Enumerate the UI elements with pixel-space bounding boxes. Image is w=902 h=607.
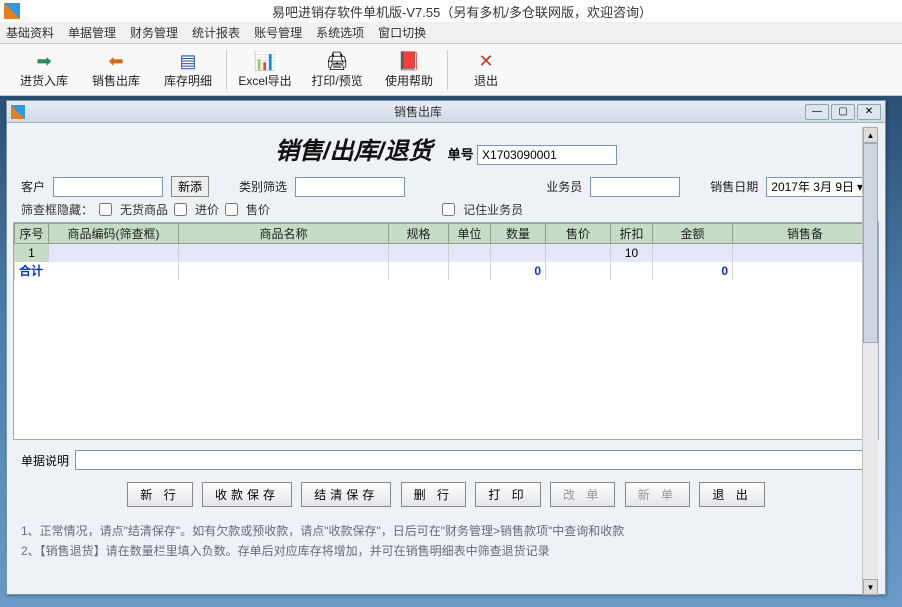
- scroll-down-icon[interactable]: ▼: [863, 579, 878, 595]
- form-header: 销售/出库/退货 单号: [7, 123, 885, 170]
- col-discount[interactable]: 折扣: [611, 224, 653, 244]
- arrow-left-icon: ⬅: [108, 50, 123, 72]
- book-icon: 📕: [398, 50, 420, 72]
- hide-label: 筛查框隐藏：: [21, 201, 93, 218]
- close-button[interactable]: ✕: [857, 104, 881, 120]
- date-value: 2017年 3月 9日: [771, 178, 854, 195]
- menubar: 基础资料 单据管理 财务管理 统计报表 账号管理 系统选项 窗口切换: [0, 22, 902, 44]
- sales-out-window: 销售出库 — ▢ ✕ 销售/出库/退货 单号 客户 新添 类别筛选 业务员 销售…: [6, 100, 886, 595]
- tb-exit[interactable]: ✕退出: [450, 45, 522, 95]
- form-heading: 销售/出库/退货: [275, 131, 432, 166]
- col-price[interactable]: 售价: [546, 224, 611, 244]
- salesperson-label: 业务员: [546, 178, 582, 195]
- remark-row: 单据说明: [7, 440, 885, 476]
- delete-row-button[interactable]: 删 行: [401, 482, 466, 507]
- hint-1: 1、正常情况，请点"结清保存"。如有欠款或预收款，请点"收款保存"，日后可在"财…: [21, 521, 871, 541]
- total-amount: 0: [653, 262, 733, 280]
- menu-window[interactable]: 窗口切换: [378, 24, 426, 41]
- tb-sales-out[interactable]: ⬅销售出库: [80, 45, 152, 95]
- menu-finance[interactable]: 财务管理: [130, 24, 178, 41]
- order-no-input[interactable]: [477, 145, 617, 165]
- order-no-label: 单号: [448, 147, 474, 162]
- items-grid[interactable]: 序号 商品编码(筛查框) 商品名称 规格 单位 数量 售价 折扣 金额 销售备 …: [13, 222, 879, 440]
- tb-help[interactable]: 📕使用帮助: [373, 45, 445, 95]
- date-label: 销售日期: [710, 178, 758, 195]
- category-label: 类别筛选: [239, 178, 287, 195]
- tb-stock[interactable]: ▤库存明细: [152, 45, 224, 95]
- col-idx[interactable]: 序号: [15, 224, 49, 244]
- separator: [447, 50, 448, 90]
- new-bill-button[interactable]: 新 单: [625, 482, 690, 507]
- action-buttons: 新 行 收款保存 结清保存 删 行 打 印 改 单 新 单 退 出: [7, 476, 885, 517]
- customer-label: 客户: [21, 178, 45, 195]
- print-button[interactable]: 打 印: [475, 482, 540, 507]
- tb-purchase-in[interactable]: ➡进货入库: [8, 45, 80, 95]
- scrollbar-vertical[interactable]: ▲ ▼: [862, 127, 878, 595]
- save-close-button[interactable]: 结清保存: [301, 482, 391, 507]
- filters-row-2: 筛查框隐藏： 无货商品 进价 售价 记住业务员: [7, 199, 885, 222]
- scroll-thumb[interactable]: [863, 143, 878, 343]
- scroll-up-icon[interactable]: ▲: [863, 127, 878, 143]
- separator: [226, 50, 227, 90]
- total-qty: 0: [491, 262, 546, 280]
- menu-system[interactable]: 系统选项: [316, 24, 364, 41]
- hints: 1、正常情况，请点"结清保存"。如有欠款或预收款，请点"收款保存"，日后可在"财…: [7, 517, 885, 566]
- chk-saleprice[interactable]: [225, 203, 238, 216]
- save-pay-button[interactable]: 收款保存: [202, 482, 292, 507]
- tb-print[interactable]: 🖨打印/预览: [301, 45, 373, 95]
- chk-remember-sales[interactable]: [442, 203, 455, 216]
- customer-input[interactable]: [53, 177, 163, 197]
- col-remark[interactable]: 销售备: [733, 224, 878, 244]
- total-row: 合计 0 0: [15, 262, 878, 280]
- add-customer-button[interactable]: 新添: [171, 176, 209, 197]
- col-amount[interactable]: 金额: [653, 224, 733, 244]
- toolbar: ➡进货入库 ⬅销售出库 ▤库存明细 📊Excel导出 🖨打印/预览 📕使用帮助 …: [0, 44, 902, 96]
- col-spec[interactable]: 规格: [389, 224, 449, 244]
- workspace: 销售出库 — ▢ ✕ 销售/出库/退货 单号 客户 新添 类别筛选 业务员 销售…: [0, 96, 902, 607]
- window-logo-icon: [11, 105, 25, 119]
- app-logo-icon: [4, 3, 20, 19]
- cell-discount[interactable]: 10: [611, 244, 653, 262]
- minimize-button[interactable]: —: [805, 104, 829, 120]
- menu-reports[interactable]: 统计报表: [192, 24, 240, 41]
- close-icon: ✕: [478, 50, 493, 72]
- menu-bills[interactable]: 单据管理: [68, 24, 116, 41]
- filters-row: 客户 新添 类别筛选 业务员 销售日期 2017年 3月 9日 ▾: [7, 170, 885, 199]
- table-row[interactable]: 1 10: [15, 244, 878, 262]
- salesperson-input[interactable]: [590, 177, 680, 197]
- chk-inprice[interactable]: [174, 203, 187, 216]
- menu-basic[interactable]: 基础资料: [6, 24, 54, 41]
- total-label: 合计: [15, 262, 179, 280]
- edit-bill-button[interactable]: 改 单: [550, 482, 615, 507]
- menu-accounts[interactable]: 账号管理: [254, 24, 302, 41]
- date-picker[interactable]: 2017年 3月 9日 ▾: [766, 177, 871, 197]
- layers-icon: ▤: [179, 50, 196, 72]
- maximize-button[interactable]: ▢: [831, 104, 855, 120]
- inner-titlebar: 销售出库 — ▢ ✕: [7, 101, 885, 123]
- excel-icon: 📊: [254, 50, 276, 72]
- window-title: 销售出库: [31, 103, 805, 120]
- remark-label: 单据说明: [21, 452, 69, 469]
- col-name[interactable]: 商品名称: [179, 224, 389, 244]
- exit-button[interactable]: 退 出: [699, 482, 764, 507]
- col-code[interactable]: 商品编码(筛查框): [49, 224, 179, 244]
- grid-header-row: 序号 商品编码(筛查框) 商品名称 规格 单位 数量 售价 折扣 金额 销售备: [15, 224, 878, 244]
- hint-2: 2、【销售退货】请在数量栏里填入负数。存单后对应库存将增加，并可在销售明细表中筛…: [21, 541, 871, 561]
- category-input[interactable]: [295, 177, 405, 197]
- tb-excel[interactable]: 📊Excel导出: [229, 45, 301, 95]
- printer-icon: 🖨: [326, 50, 349, 72]
- col-unit[interactable]: 单位: [449, 224, 491, 244]
- remark-input[interactable]: [75, 450, 871, 470]
- chk-nogoods[interactable]: [99, 203, 112, 216]
- app-title: 易吧进销存软件单机版-V7.55（另有多机/多仓联网版，欢迎咨询）: [26, 2, 898, 21]
- app-titlebar: 易吧进销存软件单机版-V7.55（另有多机/多仓联网版，欢迎咨询）: [0, 0, 902, 22]
- cell-idx: 1: [15, 244, 49, 262]
- arrow-right-icon: ➡: [36, 50, 51, 72]
- col-qty[interactable]: 数量: [491, 224, 546, 244]
- new-row-button[interactable]: 新 行: [127, 482, 192, 507]
